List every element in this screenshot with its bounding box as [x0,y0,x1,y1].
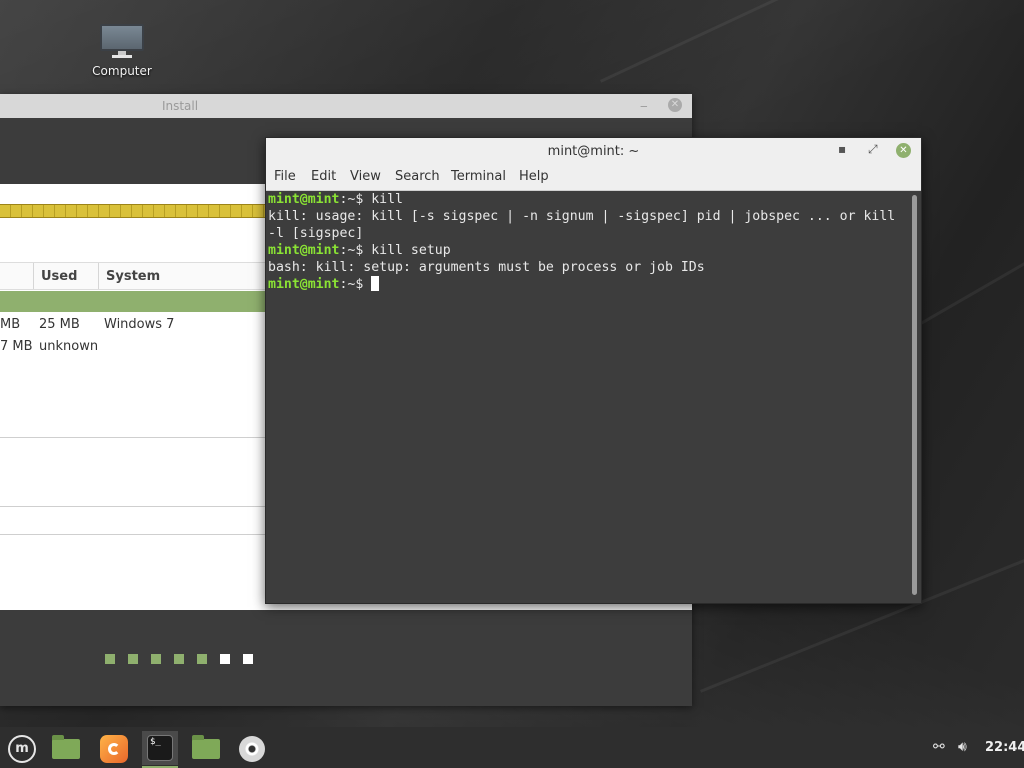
progress-step [197,654,207,664]
terminal-line: -l [sigspec] [268,226,364,241]
command-text: kill [363,192,403,207]
terminal-line: bash: kill: setup: arguments must be pro… [268,260,705,275]
terminal-title: mint@mint: ~ [547,144,640,159]
text-cursor [371,276,380,291]
computer-icon [100,24,144,58]
firefox-launcher[interactable] [96,731,132,765]
divider [0,437,266,438]
mint-menu-icon: m [8,735,36,763]
scrollbar[interactable] [912,195,917,595]
partition-bar [0,204,266,218]
prompt-suffix: :~$ [339,192,364,207]
progress-step [174,654,184,664]
prompt-user: mint@mint [268,243,340,258]
minimize-button[interactable]: ‒ [640,99,648,113]
disc-icon [239,736,265,762]
maximize-button[interactable]: ⤢ [868,142,878,157]
progress-step [220,654,230,664]
cell-used: 25 MB [39,317,80,332]
terminal-launcher[interactable]: $_ [142,731,178,768]
minimize-button[interactable]: ▪ [838,142,846,156]
column-header-system[interactable]: System [106,269,160,284]
menu-edit[interactable]: Edit [311,169,336,184]
progress-step [105,654,115,664]
divider [0,506,266,507]
cell-size: 7 MB [0,339,33,354]
network-icon[interactable]: ⚯ [933,739,945,755]
mint-menu-button[interactable]: m [2,731,38,765]
install-window-title: Install [161,99,199,113]
command-text: kill setup [363,243,451,258]
prompt-user: mint@mint [268,277,340,292]
files-icon [192,735,220,759]
clock[interactable]: 22:44 [985,740,1024,755]
terminal-line: mint@mint:~$ [268,276,380,293]
command-text [363,277,371,292]
firefox-icon [100,735,128,763]
close-button[interactable]: ✕ [668,98,682,112]
divider [0,534,266,535]
install-launcher[interactable] [234,731,270,765]
cell-system: Windows 7 [104,317,175,332]
cell-used: unknown [39,339,99,354]
files-launcher[interactable] [188,731,224,765]
desktop-icon-label: Computer [92,64,152,78]
menu-search[interactable]: Search [395,169,440,184]
table-row-selected[interactable] [0,291,266,312]
taskbar: m $_ ⚯ 🔊︎ 22:44 [0,727,1024,768]
terminal-line: mint@mint:~$ kill setup [268,242,451,259]
prompt-suffix: :~$ [339,277,364,292]
partition-table-header: Used System [0,262,266,290]
menu-terminal[interactable]: Terminal [451,169,506,184]
show-desktop-button[interactable] [48,731,84,765]
terminal-titlebar[interactable]: mint@mint: ~ ▪ ⤢ ✕ [266,138,921,164]
terminal-line: mint@mint:~$ kill [268,191,403,208]
progress-step [243,654,253,664]
show-desktop-icon [52,735,80,759]
install-progress-dots [105,653,266,668]
menu-view[interactable]: View [350,169,381,184]
menu-file[interactable]: File [274,169,296,184]
cell-size: MB [0,317,21,332]
close-button[interactable]: ✕ [896,143,911,158]
desktop-icon-computer[interactable]: Computer [84,24,160,78]
menu-help[interactable]: Help [519,169,549,184]
progress-step [128,654,138,664]
progress-step [151,654,161,664]
column-header-used[interactable]: Used [41,269,77,284]
volume-icon[interactable]: 🔊︎ [958,739,967,755]
terminal-window[interactable]: mint@mint: ~ ▪ ⤢ ✕ File Edit View Search… [265,137,922,604]
terminal-line: kill: usage: kill [-s sigspec | -n signu… [268,209,896,224]
terminal-output[interactable]: mint@mint:~$ kill kill: usage: kill [-s … [266,191,921,603]
terminal-icon: $_ [147,735,173,761]
terminal-menubar: File Edit View Search Terminal Help [266,164,921,191]
prompt-suffix: :~$ [339,243,364,258]
prompt-user: mint@mint [268,192,340,207]
install-titlebar[interactable]: Install ‒ ✕ [0,94,692,118]
